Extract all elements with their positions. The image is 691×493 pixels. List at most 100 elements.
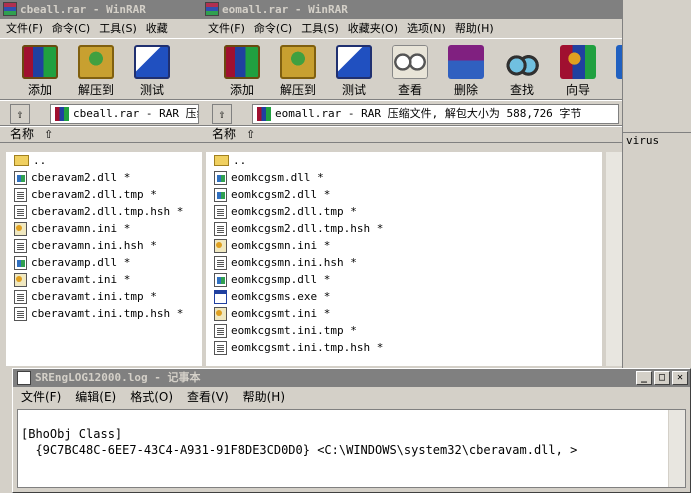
file-name: eomkcgsmt.ini.tmp * <box>231 324 357 337</box>
info-button[interactable]: 信息 <box>606 39 622 98</box>
test-label: 测试 <box>341 83 366 97</box>
binoculars-icon <box>504 45 540 79</box>
window-title-bar[interactable]: cbeall.rar - WinRAR <box>0 0 202 19</box>
file-row[interactable]: cberavamt.ini * <box>6 271 202 288</box>
menu-tools[interactable]: 工具(S) <box>301 22 339 35</box>
file-row[interactable]: cberavamn.ini * <box>6 220 202 237</box>
file-row[interactable]: cberavamt.ini.tmp.hsh * <box>6 305 202 322</box>
file-row[interactable]: eomkcgsm2.dll.tmp.hsh * <box>206 220 602 237</box>
column-name-label: 名称 <box>212 127 237 141</box>
extract-icon <box>280 45 316 79</box>
file-row[interactable]: eomkcgsmt.ini.tmp * <box>206 322 602 339</box>
menu-file[interactable]: 文件(F) <box>6 22 43 35</box>
extract-to-button[interactable]: 解压到 <box>68 39 124 98</box>
menu-favorites[interactable]: 收藏 <box>146 22 168 35</box>
ini-file-icon <box>214 238 227 253</box>
file-row[interactable]: eomkcgsmp.dll * <box>206 271 602 288</box>
parent-folder-row[interactable]: .. <box>206 152 602 169</box>
txt-file-icon <box>14 238 27 253</box>
find-button[interactable]: 查找 <box>494 39 550 98</box>
file-row[interactable]: eomkcgsmt.ini.tmp.hsh * <box>206 339 602 356</box>
file-row[interactable]: cberavam2.dll * <box>6 169 202 186</box>
window-title-bar[interactable]: eomall.rar - WinRAR <box>202 0 622 19</box>
wizard-label: 向导 <box>565 83 590 97</box>
menu-help[interactable]: 帮助(H) <box>243 390 285 404</box>
text-line: [BhoObj Class] <box>21 427 123 441</box>
file-row[interactable]: eomkcgsm2.dll * <box>206 186 602 203</box>
test-label: 测试 <box>139 83 164 97</box>
file-row[interactable]: eomkcgsm2.dll.tmp * <box>206 203 602 220</box>
file-name: cberavam2.dll * <box>31 171 131 184</box>
window-controls: _ □ ✕ <box>636 371 688 385</box>
file-row[interactable]: cberavam2.dll.tmp.hsh * <box>6 203 202 220</box>
file-row[interactable]: eomkcgsms.exe * <box>206 288 602 305</box>
notepad-title-bar[interactable]: SREngLOG12000.log - 记事本 _ □ ✕ <box>13 369 690 387</box>
extract-to-button[interactable]: 解压到 <box>270 39 326 98</box>
virus-label: virus <box>626 134 660 147</box>
menu-favorites[interactable]: 收藏夹(O) <box>348 22 398 35</box>
file-row[interactable]: eomkcgsmn.ini * <box>206 237 602 254</box>
file-row[interactable]: cberavamt.ini.tmp * <box>6 288 202 305</box>
menu-options[interactable]: 选项(N) <box>407 22 446 35</box>
menu-file[interactable]: 文件(F) <box>208 22 245 35</box>
test-button[interactable]: 测试 <box>124 39 180 98</box>
menu-commands[interactable]: 命令(C) <box>254 22 292 35</box>
vertical-scrollbar[interactable] <box>668 410 685 487</box>
menu-bar: 文件(F) 命令(C) 工具(S) 收藏 <box>0 19 202 38</box>
menu-tools[interactable]: 工具(S) <box>99 22 137 35</box>
menu-commands[interactable]: 命令(C) <box>52 22 90 35</box>
parent-folder-row[interactable]: .. <box>6 152 202 169</box>
file-row[interactable]: cberavamp.dll * <box>6 254 202 271</box>
file-row[interactable]: cberavamn.ini.hsh * <box>6 237 202 254</box>
archive-icon <box>257 107 271 121</box>
extract-label: 解压到 <box>279 83 316 97</box>
column-header-name[interactable]: 名称 ⇧ <box>0 126 202 143</box>
file-name: eomkcgsmp.dll * <box>231 273 331 286</box>
up-folder-button[interactable]: ⇧ <box>10 104 30 124</box>
exe-file-icon <box>214 289 227 304</box>
file-row[interactable]: cberavam2.dll.tmp * <box>6 186 202 203</box>
address-field[interactable]: cbeall.rar - RAR 压缩 <box>50 104 199 124</box>
address-bar: ⇧ cbeall.rar - RAR 压缩 <box>0 100 202 126</box>
file-name: eomkcgsmt.ini * <box>231 307 331 320</box>
folder-icon <box>14 155 29 166</box>
address-field[interactable]: eomall.rar - RAR 压缩文件, 解包大小为 588,726 字节 <box>252 104 619 124</box>
minimize-icon[interactable]: _ <box>636 371 652 385</box>
file-name: eomkcgsmn.ini.hsh * <box>231 256 357 269</box>
column-header-name[interactable]: 名称 ⇧ <box>202 126 622 143</box>
up-folder-button[interactable]: ⇧ <box>212 104 232 124</box>
sort-up-icon: ⇧ <box>246 128 256 141</box>
add-button[interactable]: 添加 <box>12 39 68 98</box>
file-name: eomkcgsm2.dll.tmp * <box>231 205 357 218</box>
window-title: cbeall.rar - WinRAR <box>20 3 146 16</box>
vertical-scrollbar[interactable] <box>605 152 622 366</box>
wizard-icon <box>560 45 596 79</box>
test-button[interactable]: 测试 <box>326 39 382 98</box>
address-text: cbeall.rar - RAR 压缩 <box>73 107 199 120</box>
wizard-button[interactable]: 向导 <box>550 39 606 98</box>
dll-file-icon <box>14 170 27 185</box>
menu-file[interactable]: 文件(F) <box>21 390 61 404</box>
add-label: 添加 <box>229 83 254 97</box>
menu-view[interactable]: 查看(V) <box>187 390 229 404</box>
maximize-icon[interactable]: □ <box>654 371 670 385</box>
delete-label: 删除 <box>453 83 478 97</box>
ini-file-icon <box>14 272 27 287</box>
notepad-menu-bar: 文件(F) 编辑(E) 格式(O) 查看(V) 帮助(H) <box>13 387 690 407</box>
menu-edit[interactable]: 编辑(E) <box>75 390 116 404</box>
menu-format[interactable]: 格式(O) <box>130 390 173 404</box>
file-row[interactable]: eomkcgsmt.ini * <box>206 305 602 322</box>
toolbar: 添加解压到测试查看删除查找向导信息扫描 <box>202 38 622 100</box>
close-icon[interactable]: ✕ <box>672 371 688 385</box>
menu-help[interactable]: 帮助(H) <box>455 22 494 35</box>
file-row[interactable]: eomkcgsmn.ini.hsh * <box>206 254 602 271</box>
ini-file-icon <box>214 306 227 321</box>
delete-button[interactable]: 删除 <box>438 39 494 98</box>
text-editor-area[interactable]: [BhoObj Class] {9C7BC48C-6EE7-43C4-A931-… <box>17 409 686 488</box>
view-button[interactable]: 查看 <box>382 39 438 98</box>
add-button[interactable]: 添加 <box>214 39 270 98</box>
file-row[interactable]: eomkcgsm.dll * <box>206 169 602 186</box>
dll-file-icon <box>214 272 227 287</box>
extract-label: 解压到 <box>77 83 114 97</box>
add-icon <box>224 45 260 79</box>
